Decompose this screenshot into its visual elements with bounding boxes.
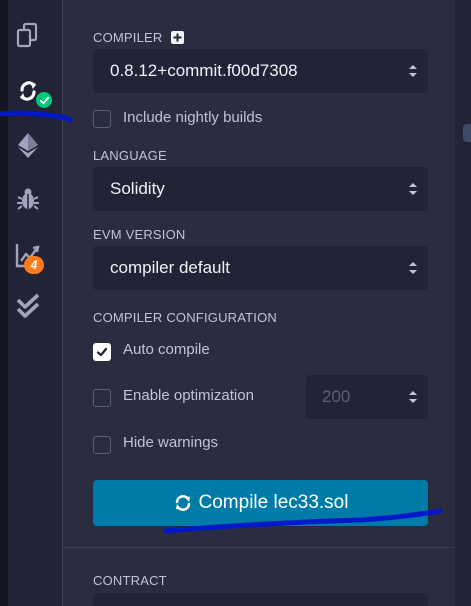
evm-version-select[interactable]: compiler default [93,246,428,290]
hide-warnings-label[interactable]: Hide warnings [123,434,218,451]
select-arrows-icon [409,262,417,274]
compiler-version-value: 0.8.12+commit.f00d7308 [110,61,298,80]
analysis-warning-count-badge: 4 [24,256,44,274]
evm-version-label: EVM VERSION [93,227,186,242]
language-label: LANGUAGE [93,148,167,163]
evm-version-value: compiler default [110,258,231,277]
deploy-run-icon[interactable] [13,130,43,160]
include-nightly-checkbox[interactable] [93,110,111,128]
checkmark-icon [96,347,108,357]
hide-warnings-checkbox[interactable] [93,436,111,454]
compiler-version-select[interactable]: 0.8.12+commit.f00d7308 [93,49,428,93]
select-arrows-icon [409,183,417,195]
panel-resize-handle[interactable] [463,124,471,142]
refresh-icon [175,495,190,511]
compiler-label: COMPILER [93,29,185,45]
compiler-configuration-label: COMPILER CONFIGURATION [93,310,278,325]
language-value: Solidity [110,179,165,198]
debugger-icon[interactable] [13,184,43,214]
unit-testing-icon[interactable] [13,292,43,322]
contract-select[interactable] [93,593,428,606]
compile-button[interactable]: Compile lec33.sol [93,480,428,526]
optimization-runs-value: 200 [322,387,351,406]
auto-compile-label[interactable]: Auto compile [123,341,210,358]
section-divider [63,547,455,548]
enable-optimization-label[interactable]: Enable optimization [123,387,254,404]
compile-button-label: Compile lec33.sol [198,492,349,513]
contract-label: CONTRACT [93,573,167,588]
enable-optimization-checkbox[interactable] [93,389,111,407]
optimization-runs-input[interactable]: 200 [306,375,428,419]
stepper-arrows-icon[interactable] [408,389,418,405]
select-arrows-icon [409,65,417,77]
compile-success-check-icon [34,90,54,110]
add-compiler-icon[interactable] [171,31,185,44]
include-nightly-label[interactable]: Include nightly builds [123,109,262,126]
remix-compiler-panel: 4 COMPILER 0.8.12+commit.f00d7308 Includ… [0,0,471,606]
language-select[interactable]: Solidity [93,167,428,211]
window-edge [0,0,8,606]
auto-compile-checkbox[interactable] [93,343,111,361]
sidebar-divider [62,0,63,606]
right-panel-edge [455,0,471,606]
file-explorer-icon[interactable] [13,20,43,50]
